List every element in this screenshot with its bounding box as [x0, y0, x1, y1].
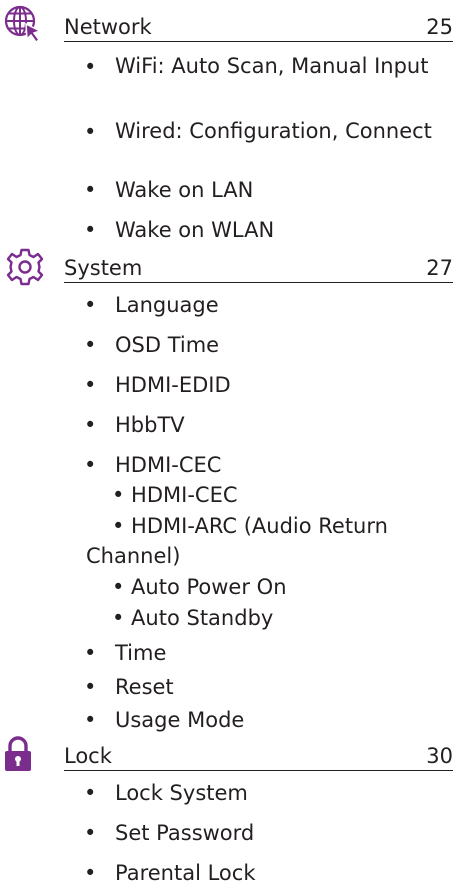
- section-underline: [64, 770, 453, 772]
- bullet: •: [84, 333, 97, 357]
- sub-list-item: • Auto Standby: [112, 606, 274, 630]
- list-item: • Reset: [84, 676, 453, 698]
- gear-icon: [0, 247, 46, 287]
- list-item-text: Reset: [115, 675, 174, 699]
- list-item-text: HDMI-EDID: [115, 373, 231, 397]
- section-page-lock: 30: [426, 744, 453, 768]
- list-item-text: Language: [115, 293, 219, 317]
- list-item: • Set Password: [84, 822, 453, 844]
- list-item: • HDMI-EDID: [84, 374, 453, 396]
- list-item: • HDMI-CEC: [84, 454, 453, 476]
- list-item: • Usage Mode: [84, 709, 453, 731]
- list-item: • HbbTV: [84, 414, 453, 436]
- list-item-text: Set Password: [115, 821, 255, 845]
- section-underline: [64, 41, 453, 43]
- bullet: •: [84, 120, 97, 144]
- list-item: • WiFi: Auto Scan, Manual Input: [84, 54, 453, 79]
- bullet: •: [84, 55, 97, 79]
- bullet: •: [84, 781, 97, 805]
- bullet: •: [84, 373, 97, 397]
- bullet: •: [84, 293, 97, 317]
- section-page-network: 25: [426, 15, 453, 39]
- list-item-text: Parental Lock: [115, 861, 256, 885]
- list-item: • Parental Lock: [84, 862, 453, 884]
- list-item-text: Lock System: [115, 781, 248, 805]
- bullet: •: [84, 218, 97, 242]
- section-underline: [64, 282, 453, 284]
- sub-list-item-continued: Channel): [86, 544, 181, 568]
- network-globe-cursor-icon: [0, 4, 46, 44]
- section-network: Network 25: [0, 4, 457, 44]
- bullet: •: [84, 675, 97, 699]
- bullet: •: [84, 453, 97, 477]
- section-system: System 27: [0, 247, 457, 287]
- list-item-text: HDMI-CEC: [115, 453, 222, 477]
- list-item-text: HbbTV: [115, 413, 185, 437]
- list-item: • Wake on LAN: [84, 179, 453, 201]
- list-item-text: Usage Mode: [115, 708, 245, 732]
- padlock-icon: [0, 735, 46, 775]
- list-item-text: WiFi: Auto Scan, Manual Input: [115, 54, 429, 78]
- list-item-text: OSD Time: [115, 333, 220, 357]
- list-item: • Wired: Configuration, Connect: [84, 119, 453, 144]
- bullet: •: [84, 641, 97, 665]
- section-page-system: 27: [426, 256, 453, 280]
- list-item: • Lock System: [84, 782, 453, 804]
- section-title-system: System: [64, 256, 143, 280]
- list-item: • OSD Time: [84, 334, 453, 356]
- bullet: •: [84, 178, 97, 202]
- list-item: • Time: [84, 642, 453, 664]
- section-lock: Lock 30: [0, 735, 457, 775]
- sub-list-item: • HDMI-ARC (Audio Return: [112, 514, 388, 538]
- sub-list-item: • HDMI-CEC: [112, 483, 238, 507]
- section-title-lock: Lock: [64, 744, 112, 768]
- bullet: •: [84, 861, 97, 885]
- bullet: •: [84, 413, 97, 437]
- list-item-text: Wake on LAN: [115, 178, 254, 202]
- list-item: • Language: [84, 294, 453, 316]
- list-item-text: Wake on WLAN: [115, 218, 275, 242]
- list-item-text: Wired: Configuration, Connect: [115, 119, 432, 143]
- list-item-text: Time: [115, 641, 167, 665]
- list-item: • Wake on WLAN: [84, 219, 453, 241]
- sub-list-item: • Auto Power On: [112, 575, 287, 599]
- section-title-network: Network: [64, 15, 152, 39]
- bullet: •: [84, 821, 97, 845]
- bullet: •: [84, 708, 97, 732]
